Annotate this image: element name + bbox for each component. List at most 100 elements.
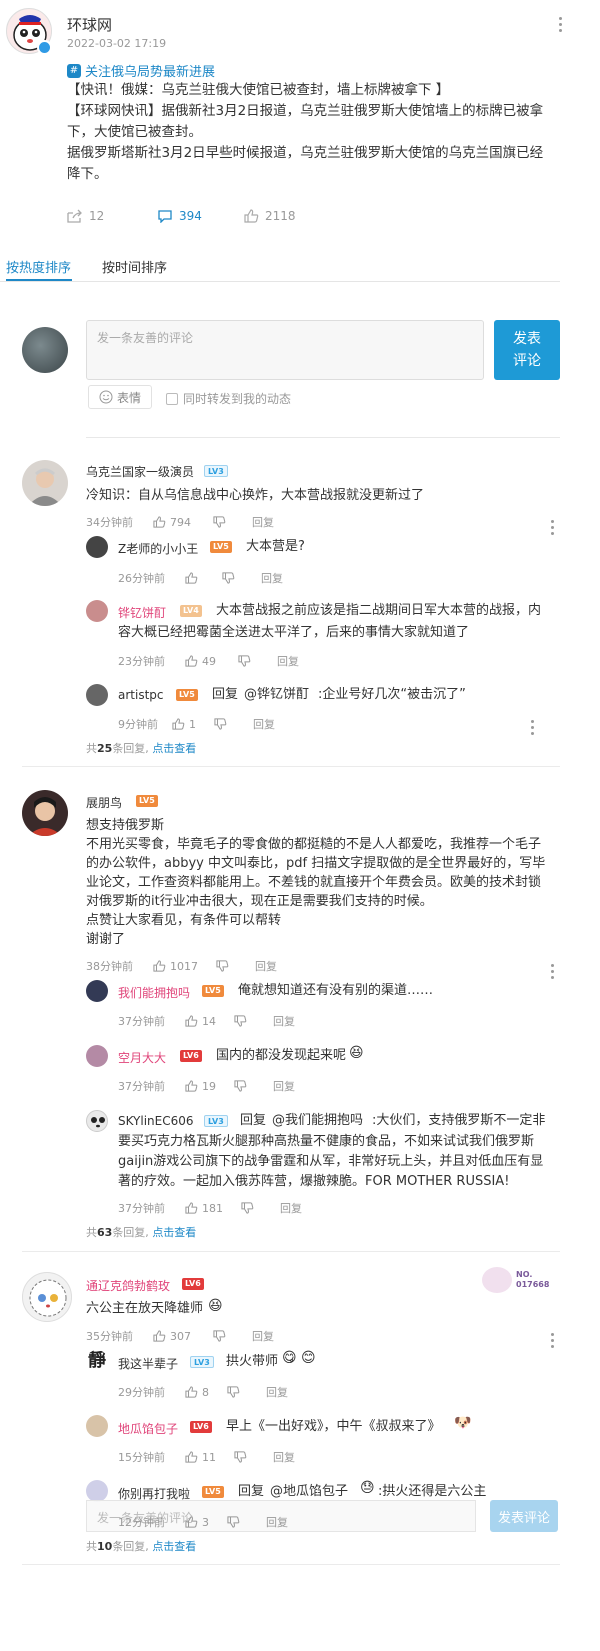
reply-time: 37分钟前 xyxy=(118,1015,165,1028)
publish-button[interactable]: 发表 评论 xyxy=(494,320,560,380)
like-button[interactable]: 1 xyxy=(172,718,196,731)
comment-avatar[interactable] xyxy=(22,790,68,836)
level-badge: LV5 xyxy=(202,985,224,997)
reply-button[interactable]: 回复 xyxy=(273,1078,295,1094)
dislike-button[interactable] xyxy=(214,718,227,730)
reply-user[interactable]: 空月大大 xyxy=(118,1049,166,1066)
topic-tag[interactable]: # 关注俄乌局势最新进展 xyxy=(67,61,215,80)
dislike-button[interactable] xyxy=(234,1080,247,1092)
emoji-button[interactable]: 表情 xyxy=(88,385,153,409)
reply-button[interactable]: 回复 xyxy=(266,1514,288,1530)
bottom-publish-button[interactable]: 发表评论 xyxy=(490,1500,558,1532)
dislike-button[interactable] xyxy=(227,1386,240,1398)
tab-active-indicator xyxy=(6,279,72,281)
dislike-button[interactable] xyxy=(216,960,229,972)
reply-button[interactable]: 回复 xyxy=(280,1200,302,1216)
reply-mention[interactable]: @地瓜馅包子 xyxy=(270,1482,348,1501)
reply-user[interactable]: Z老师的小小王 xyxy=(118,540,198,557)
view-replies-link[interactable]: 点击查看 xyxy=(152,1540,196,1553)
reply-meta: 37分钟前 14 回复 xyxy=(118,1013,295,1029)
dog-emoji-icon: 🐶 xyxy=(454,1415,472,1431)
view-replies-link[interactable]: 点击查看 xyxy=(152,1226,196,1239)
like-button[interactable]: 49 xyxy=(185,655,216,668)
reply-user[interactable]: artistpc xyxy=(118,688,164,702)
reply-avatar[interactable] xyxy=(86,600,108,622)
like-button[interactable]: 794 xyxy=(153,516,191,529)
reply-time: 37分钟前 xyxy=(118,1202,165,1215)
view-replies-link[interactable]: 点击查看 xyxy=(152,742,196,755)
like-button[interactable]: 1017 xyxy=(153,960,198,973)
dislike-button[interactable] xyxy=(234,1451,247,1463)
comment-user[interactable]: 乌克兰国家一级演员 xyxy=(86,463,194,480)
reply-button[interactable]: 回复 xyxy=(261,570,283,586)
comment-avatar[interactable] xyxy=(22,1272,72,1322)
comment-text: 冷知识：自从乌信息战中心换炸，大本营战报就没更新过了 xyxy=(86,488,425,503)
comment-button[interactable]: 394 xyxy=(157,209,202,223)
reply-user[interactable]: 我们能拥抱吗 xyxy=(118,984,190,1001)
like-button[interactable]: 14 xyxy=(185,1015,216,1028)
reply-avatar[interactable] xyxy=(86,1415,108,1437)
tab-hot[interactable]: 按热度排序 xyxy=(6,257,71,276)
like-button[interactable]: 181 xyxy=(185,1202,223,1215)
comment-user[interactable]: 通辽克鸽勃鹤玫 xyxy=(86,1277,170,1294)
reply-avatar[interactable] xyxy=(86,536,108,558)
reply-time: 29分钟前 xyxy=(118,1386,165,1399)
reply-text: 容大概已经把霉菌全送进太平洋了，后来的事情大家就知道了 xyxy=(118,625,470,640)
reply-button[interactable]: 回复 xyxy=(253,716,275,732)
reply-mention[interactable]: @我们能拥抱吗 xyxy=(272,1111,363,1130)
reply-user[interactable]: SKYlinEC606 xyxy=(118,1114,194,1128)
dislike-button[interactable] xyxy=(234,1015,247,1027)
reply-button[interactable]: 回复 xyxy=(273,1013,295,1029)
dislike-button[interactable] xyxy=(238,655,251,667)
repost-button[interactable]: 12 xyxy=(67,209,104,223)
like-button[interactable]: 3 xyxy=(185,1516,209,1529)
comment-time: 38分钟前 xyxy=(86,960,133,973)
comment-text: 想支持俄罗斯 不用光买零食，毕竟毛子的零食做的都挺糙的不是人人都爱吃，我推荐一个… xyxy=(86,816,560,949)
comment-user[interactable]: 展朋鸟 xyxy=(86,794,122,811)
reply-avatar[interactable] xyxy=(86,1480,108,1502)
reply-text: 大本营战报之前应该是指二战期间日军大本营的战报，内 xyxy=(216,603,542,618)
tab-time[interactable]: 按时间排序 xyxy=(102,257,167,276)
like-button[interactable]: 8 xyxy=(185,1386,209,1399)
dislike-button[interactable] xyxy=(222,572,235,584)
reply-button[interactable]: 回复 xyxy=(252,1328,274,1344)
reply-mention[interactable]: @铧钇饼酊 xyxy=(244,685,309,704)
reply-button[interactable]: 回复 xyxy=(266,1384,288,1400)
reply-user[interactable]: 地瓜馅包子 xyxy=(118,1420,178,1437)
like-count: 2118 xyxy=(265,209,296,223)
reply-avatar[interactable] xyxy=(86,1045,108,1067)
like-button[interactable]: 2118 xyxy=(244,209,296,223)
reply-more-icon[interactable] xyxy=(531,720,535,738)
like-button[interactable]: 11 xyxy=(185,1451,216,1464)
comment-more-icon[interactable] xyxy=(551,1333,555,1351)
reply-user[interactable]: 铧钇饼酊 xyxy=(118,604,166,621)
dislike-button[interactable] xyxy=(227,1516,240,1528)
repost-checkbox[interactable]: 同时转发到我的动态 xyxy=(166,390,291,407)
reply-button[interactable]: 回复 xyxy=(252,514,274,530)
comment-input[interactable]: 发一条友善的评论 xyxy=(86,320,484,380)
author-name[interactable]: 环球网 xyxy=(67,14,112,35)
comment-more-icon[interactable] xyxy=(551,964,555,982)
reply-prefix: 回复 xyxy=(238,1484,265,1499)
reply-button[interactable]: 回复 xyxy=(255,958,277,974)
reply-button[interactable]: 回复 xyxy=(277,653,299,669)
reply-avatar[interactable] xyxy=(86,684,108,706)
like-button[interactable]: 307 xyxy=(153,1330,191,1343)
comment-line: 谢谢了 xyxy=(86,932,126,947)
dislike-button[interactable] xyxy=(213,516,226,528)
reply-avatar[interactable] xyxy=(86,1110,108,1132)
like-button[interactable] xyxy=(185,572,198,584)
reply-avatar[interactable]: 靜 xyxy=(86,1350,108,1372)
post-more-icon[interactable] xyxy=(559,17,563,35)
reply-avatar[interactable] xyxy=(86,980,108,1002)
dislike-button[interactable] xyxy=(213,1330,226,1342)
reply-button[interactable]: 回复 xyxy=(273,1449,295,1465)
checkbox-box[interactable] xyxy=(166,392,178,405)
like-button[interactable]: 19 xyxy=(185,1080,216,1093)
comment-avatar[interactable] xyxy=(22,460,68,506)
dislike-button[interactable] xyxy=(241,1202,254,1214)
thumb-down-icon xyxy=(234,1451,247,1463)
emoji-icon: 😋 😊 xyxy=(282,1350,316,1366)
reply-user[interactable]: 我这半辈子 xyxy=(118,1355,178,1372)
comment-more-icon[interactable] xyxy=(551,520,555,538)
